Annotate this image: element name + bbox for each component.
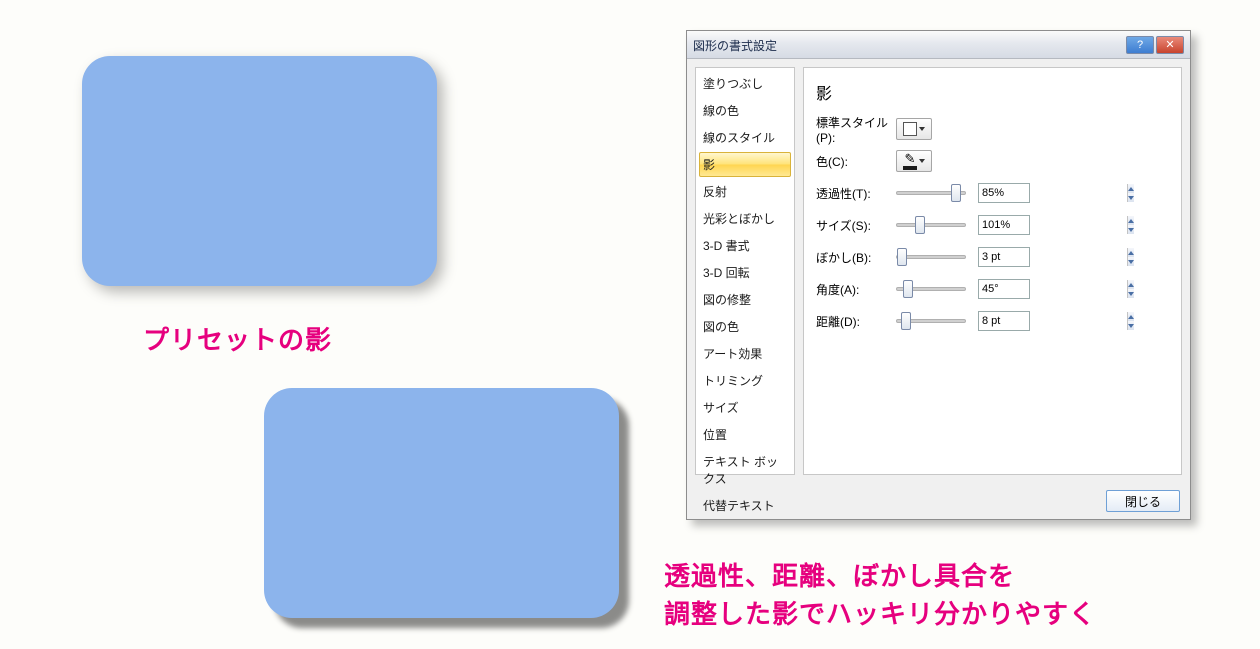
- spin-up-button[interactable]: [1128, 184, 1134, 193]
- sidebar-item[interactable]: トリミング: [699, 368, 791, 393]
- slider-thumb[interactable]: [951, 184, 961, 202]
- sidebar-item[interactable]: 光彩とぼかし: [699, 206, 791, 231]
- spin-down-button[interactable]: [1128, 193, 1134, 202]
- color-dropdown[interactable]: ✎: [896, 150, 932, 172]
- angle-spinner[interactable]: [978, 279, 1030, 299]
- spin-down-button[interactable]: [1128, 289, 1134, 298]
- sidebar-item[interactable]: 反射: [699, 179, 791, 204]
- color-label: 色(C):: [816, 153, 896, 170]
- spin-down-button[interactable]: [1128, 257, 1134, 266]
- pane-heading: 影: [816, 80, 1169, 104]
- sidebar-item[interactable]: サイズ: [699, 395, 791, 420]
- distance-label: 距離(D):: [816, 313, 896, 330]
- transparency-slider[interactable]: [896, 191, 966, 195]
- preset-shadow-sample: [82, 56, 437, 286]
- help-icon: ?: [1137, 39, 1143, 51]
- spin-down-button[interactable]: [1128, 225, 1134, 234]
- sidebar-item[interactable]: 線の色: [699, 98, 791, 123]
- custom-shadow-sample: [264, 388, 619, 618]
- sidebar-item[interactable]: 線のスタイル: [699, 125, 791, 150]
- custom-caption-line1: 透過性、距離、ぼかし具合を: [664, 556, 1015, 593]
- angle-label: 角度(A):: [816, 281, 896, 298]
- blur-input[interactable]: [979, 248, 1127, 266]
- format-shape-dialog: 図形の書式設定 ? ✕ 塗りつぶし線の色線のスタイル影反射光彩とぼかし3-D 書…: [686, 30, 1191, 520]
- chevron-down-icon: [919, 127, 925, 131]
- distance-input[interactable]: [979, 312, 1127, 330]
- close-icon: ✕: [1165, 38, 1174, 51]
- angle-input[interactable]: [979, 280, 1127, 298]
- sidebar-item[interactable]: 図の修整: [699, 287, 791, 312]
- size-spinner[interactable]: [978, 215, 1030, 235]
- slider-thumb[interactable]: [897, 248, 907, 266]
- help-button[interactable]: ?: [1126, 36, 1154, 54]
- close-button[interactable]: 閉じる: [1106, 490, 1180, 512]
- size-slider[interactable]: [896, 223, 966, 227]
- slider-thumb[interactable]: [903, 280, 913, 298]
- slider-thumb[interactable]: [901, 312, 911, 330]
- sidebar-item[interactable]: 3-D 書式: [699, 233, 791, 258]
- spin-up-button[interactable]: [1128, 280, 1134, 289]
- sidebar-item[interactable]: 図の色: [699, 314, 791, 339]
- paint-bucket-icon: ✎: [903, 152, 917, 170]
- dialog-close-button[interactable]: ✕: [1156, 36, 1184, 54]
- sidebar-item[interactable]: アート効果: [699, 341, 791, 366]
- preset-style-label: 標準スタイル(P):: [816, 114, 896, 145]
- blur-label: ぼかし(B):: [816, 249, 896, 266]
- spin-down-button[interactable]: [1128, 321, 1134, 330]
- sidebar-item[interactable]: 影: [699, 152, 791, 177]
- size-label: サイズ(S):: [816, 217, 896, 234]
- spin-up-button[interactable]: [1128, 216, 1134, 225]
- distance-spinner[interactable]: [978, 311, 1030, 331]
- slider-thumb[interactable]: [915, 216, 925, 234]
- category-sidebar: 塗りつぶし線の色線のスタイル影反射光彩とぼかし3-D 書式3-D 回転図の修整図…: [695, 67, 795, 475]
- spin-up-button[interactable]: [1128, 312, 1134, 321]
- blur-slider[interactable]: [896, 255, 966, 259]
- chevron-down-icon: [919, 159, 925, 163]
- transparency-label: 透過性(T):: [816, 185, 896, 202]
- preset-caption: プリセットの影: [143, 320, 332, 357]
- distance-slider[interactable]: [896, 319, 966, 323]
- preset-style-swatch-icon: [903, 122, 917, 136]
- preset-style-dropdown[interactable]: [896, 118, 932, 140]
- sidebar-item[interactable]: 塗りつぶし: [699, 71, 791, 96]
- custom-caption-line2: 調整した影でハッキリ分かりやすく: [664, 594, 1096, 631]
- transparency-input[interactable]: [979, 184, 1127, 202]
- dialog-titlebar[interactable]: 図形の書式設定 ? ✕: [687, 31, 1190, 59]
- size-input[interactable]: [979, 216, 1127, 234]
- sidebar-item[interactable]: 位置: [699, 422, 791, 447]
- spin-up-button[interactable]: [1128, 248, 1134, 257]
- shadow-pane: 影 標準スタイル(P): 色(C): ✎ 透: [803, 67, 1182, 475]
- angle-slider[interactable]: [896, 287, 966, 291]
- sidebar-item[interactable]: 3-D 回転: [699, 260, 791, 285]
- transparency-spinner[interactable]: [978, 183, 1030, 203]
- dialog-title: 図形の書式設定: [693, 36, 1124, 54]
- blur-spinner[interactable]: [978, 247, 1030, 267]
